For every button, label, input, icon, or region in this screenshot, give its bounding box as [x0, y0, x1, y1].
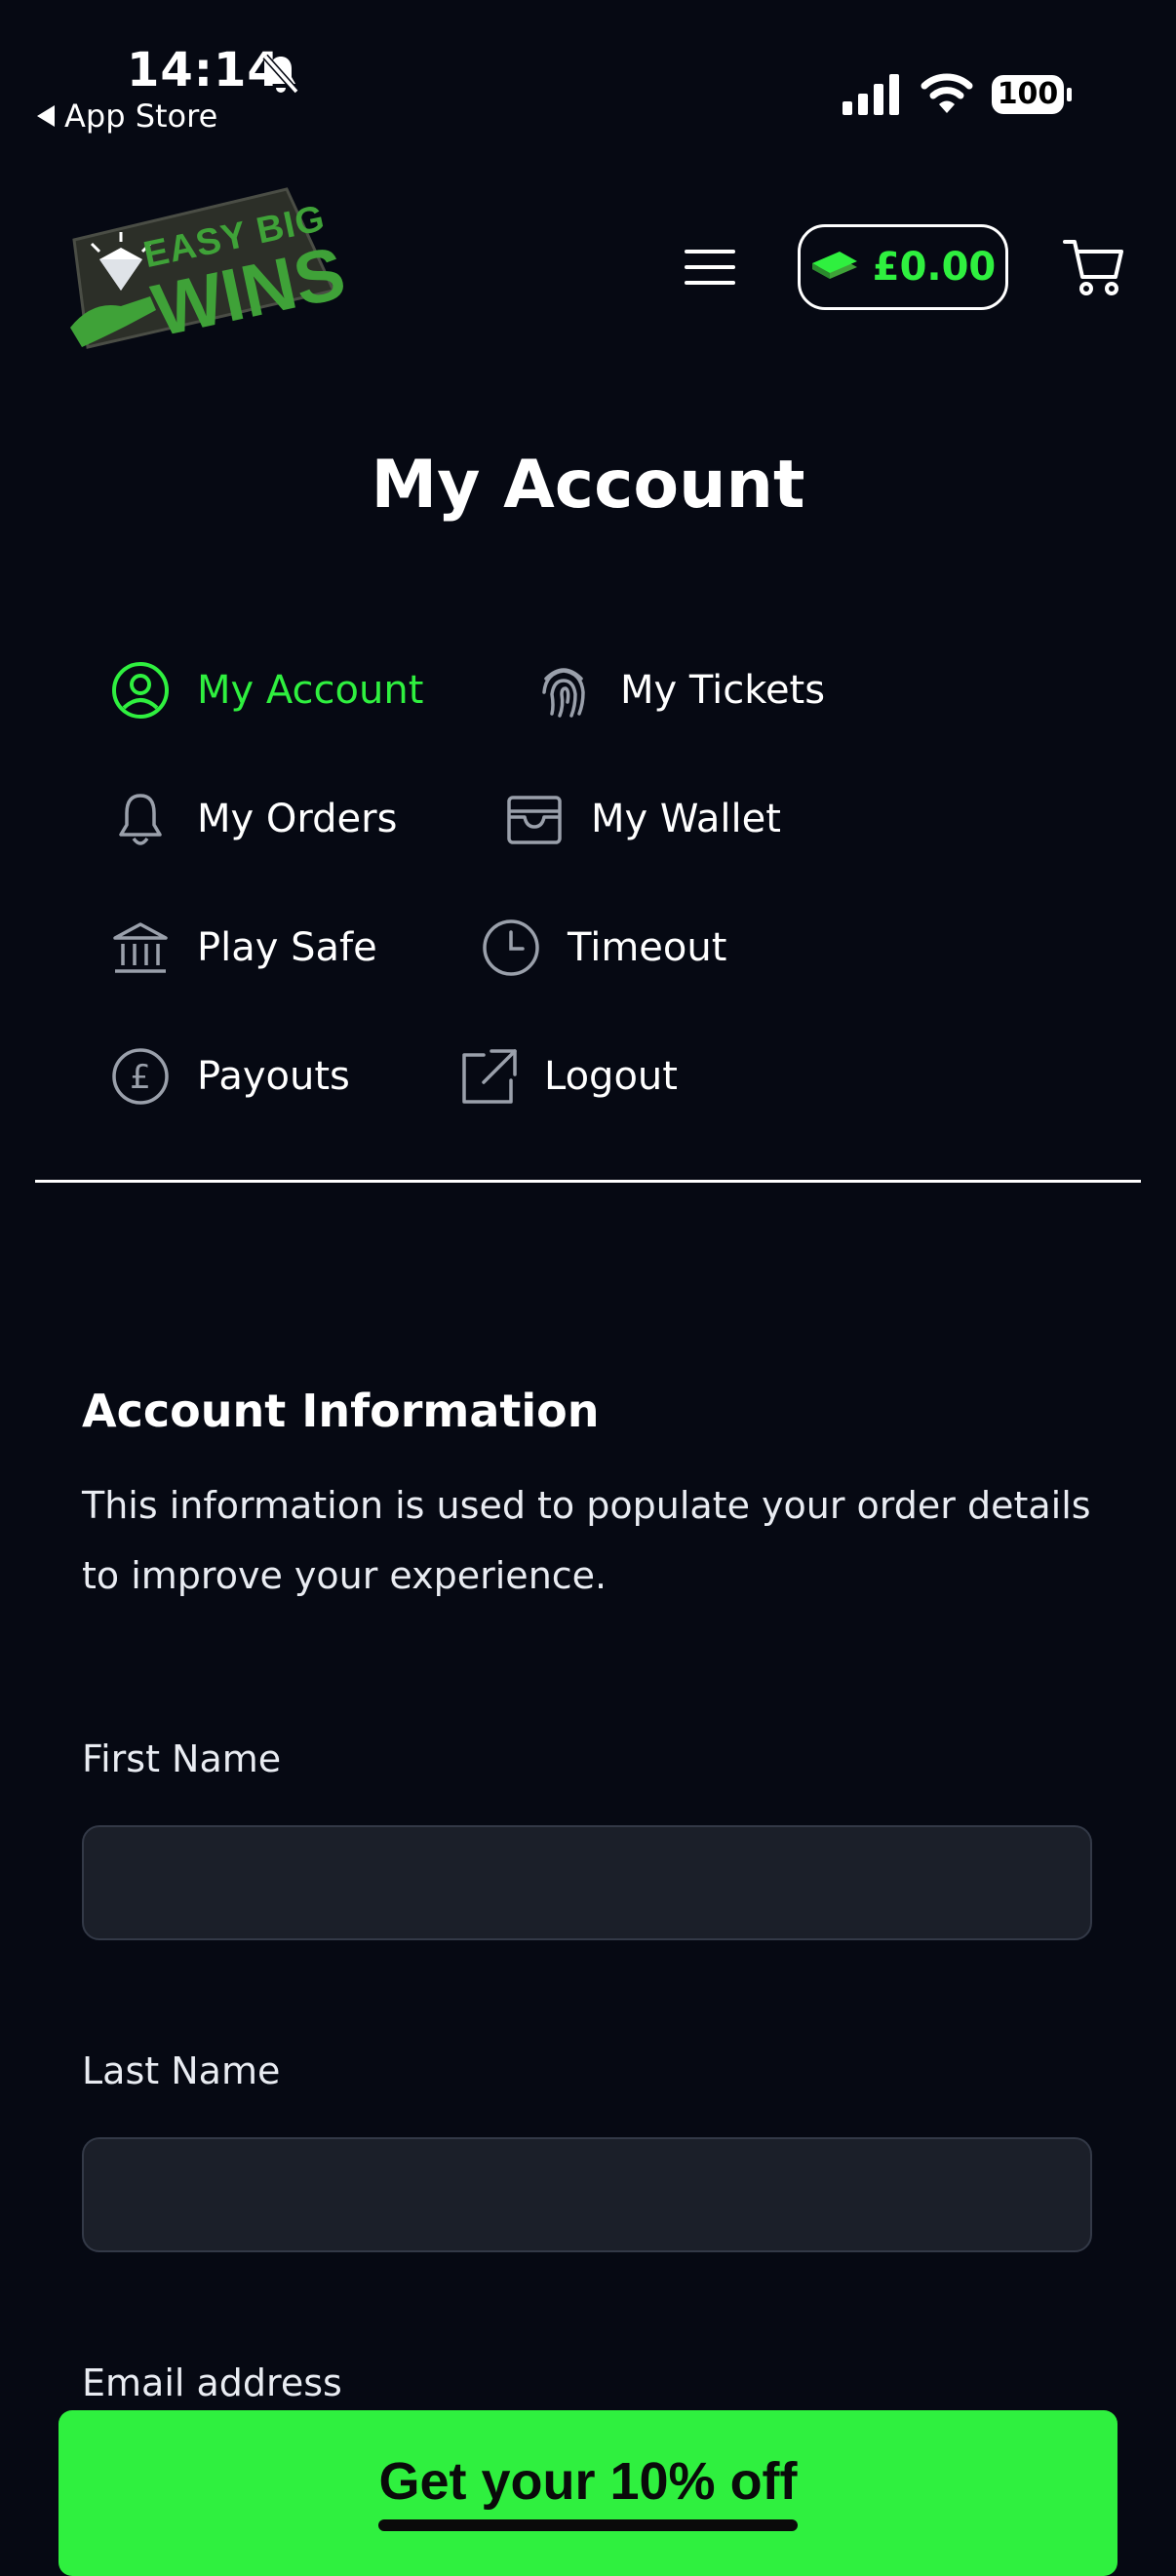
promo-underline	[378, 2519, 798, 2531]
nav-payouts-label: Payouts	[197, 1054, 350, 1099]
external-link-icon	[462, 1049, 517, 1104]
last-name-label: Last Name	[82, 2049, 281, 2092]
bell-icon	[119, 794, 162, 845]
wallet-balance-amount: £0.00	[872, 245, 997, 290]
nav-play-safe-label: Play Safe	[197, 925, 377, 970]
back-arrow-icon	[37, 105, 55, 127]
nav-my-account[interactable]: My Account	[109, 659, 423, 722]
first-name-label: First Name	[82, 1737, 282, 1780]
nav-payouts[interactable]: £ Payouts	[109, 1045, 350, 1108]
last-name-input[interactable]	[82, 2137, 1092, 2252]
account-information-title: Account Information	[82, 1385, 600, 1437]
battery-level: 100	[997, 77, 1059, 111]
bell-muted-icon	[262, 54, 299, 95]
fingerprint-icon	[542, 668, 585, 718]
first-name-input[interactable]	[82, 1825, 1092, 1940]
pound-circle-icon: £	[112, 1048, 169, 1105]
wifi-icon	[921, 73, 973, 113]
nav-timeout[interactable]: Timeout	[480, 917, 726, 979]
nav-timeout-label: Timeout	[568, 925, 727, 970]
nav-my-orders[interactable]: My Orders	[109, 788, 397, 850]
menu-hamburger-icon[interactable]	[681, 244, 739, 291]
clock-icon	[483, 919, 539, 976]
cash-stack-icon	[811, 252, 857, 279]
section-divider	[35, 1180, 1141, 1183]
bank-icon	[113, 922, 168, 973]
shopping-cart-icon[interactable]	[1061, 232, 1127, 298]
nav-my-tickets-label: My Tickets	[620, 668, 826, 713]
account-information-description: This information is used to populate you…	[82, 1484, 1091, 1597]
nav-logout[interactable]: Logout	[456, 1045, 678, 1108]
wallet-icon	[507, 796, 562, 844]
wallet-balance-button[interactable]: £0.00	[798, 224, 1008, 310]
nav-play-safe[interactable]: Play Safe	[109, 917, 377, 979]
svg-text:£: £	[130, 1058, 151, 1097]
cellular-signal-icon	[843, 74, 899, 115]
nav-my-orders-label: My Orders	[197, 797, 398, 841]
nav-my-tickets[interactable]: My Tickets	[532, 659, 825, 722]
battery-indicator: 100	[991, 74, 1073, 115]
back-to-app-store[interactable]: App Store	[37, 98, 217, 135]
back-label: App Store	[64, 98, 218, 135]
get-discount-button[interactable]: Get your 10% off	[59, 2410, 1117, 2576]
nav-my-wallet[interactable]: My Wallet	[503, 788, 781, 850]
nav-my-wallet-label: My Wallet	[591, 797, 781, 841]
nav-logout-label: Logout	[544, 1054, 678, 1099]
easy-big-wins-logo[interactable]: EASY BIG WINS	[53, 181, 352, 355]
get-discount-label: Get your 10% off	[378, 2452, 798, 2511]
user-circle-icon	[112, 662, 169, 719]
email-address-label: Email address	[82, 2361, 342, 2404]
nav-my-account-label: My Account	[197, 668, 424, 713]
page-title: My Account	[371, 447, 805, 524]
